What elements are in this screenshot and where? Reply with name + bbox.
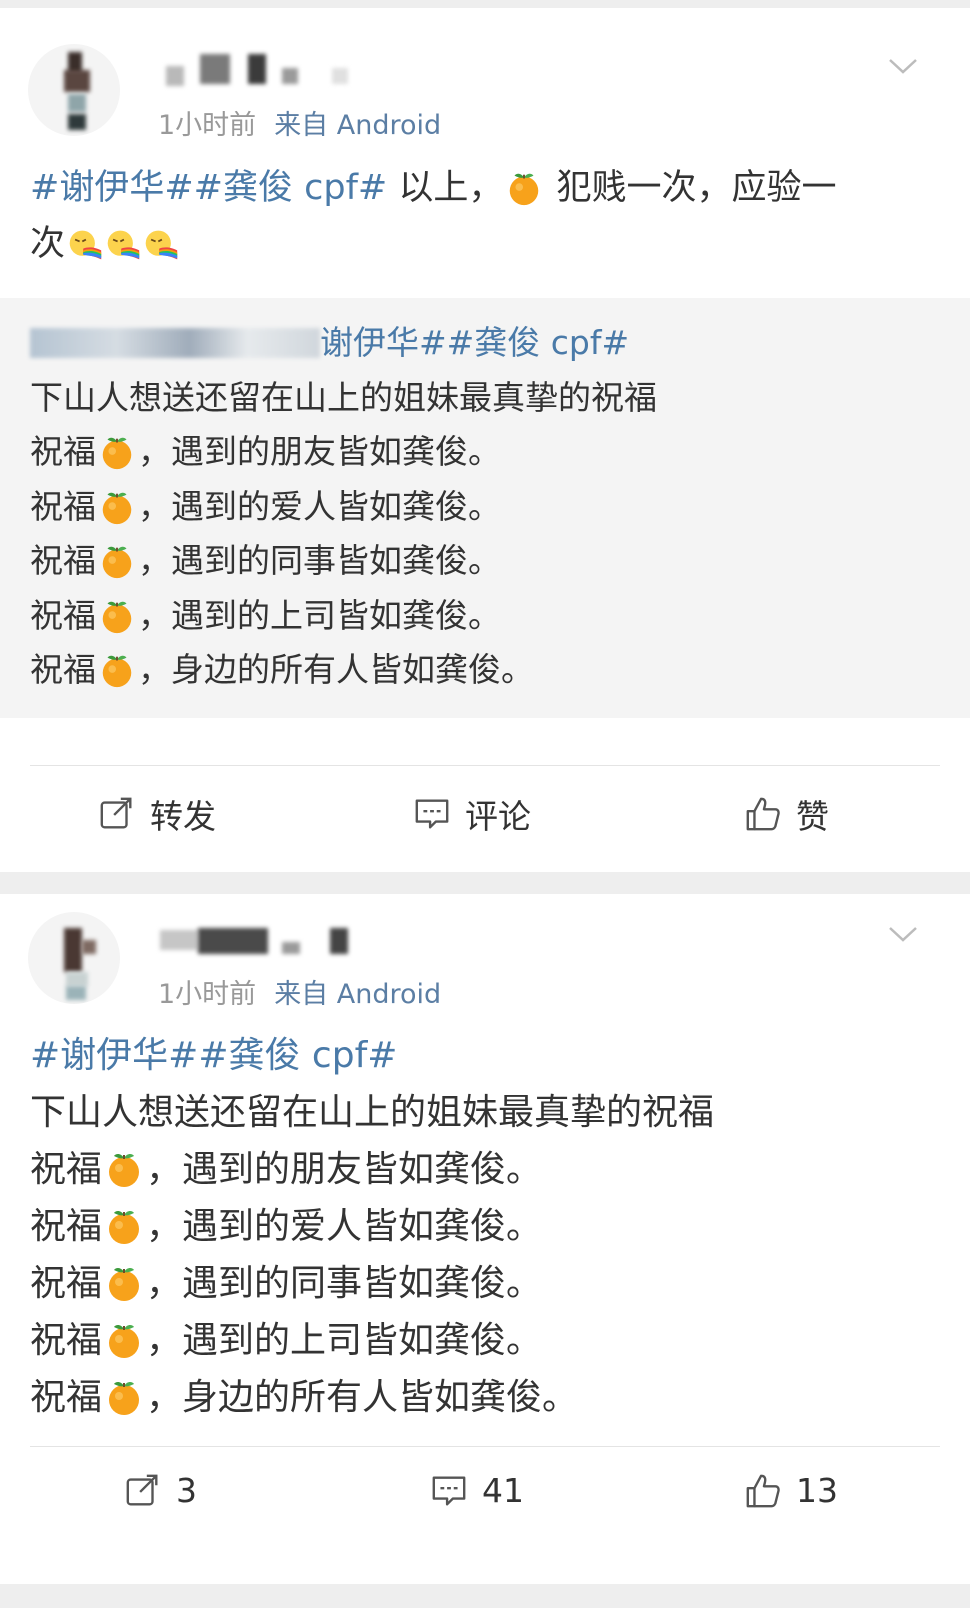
post-time: 1小时前: [158, 979, 257, 1010]
tangerine-emoji-icon: [98, 433, 136, 471]
prefix-text: 祝福: [30, 650, 96, 689]
prefix-text: 祝福: [30, 1320, 103, 1361]
thumbs-up-icon: [746, 797, 780, 831]
post-line: 祝福 ，遇到的上司皆如龚俊。: [30, 1312, 930, 1369]
post-meta: 1小时前 来自 Android: [158, 972, 441, 1011]
post-line: 祝福 ，遇到的同事皆如龚俊。: [30, 1255, 930, 1312]
post-text: #谢伊华##龚俊 cpf# 以上， 犯贱一次，应验一 次: [30, 160, 930, 272]
thumbs-up-icon: [746, 1474, 780, 1507]
post-text-segment: 以上，: [387, 168, 504, 208]
tangerine-emoji-icon: [104, 1320, 144, 1360]
prefix-text: 祝福: [30, 486, 96, 526]
post-source: 来自 Android: [274, 979, 442, 1010]
chevron-down-icon[interactable]: [888, 918, 918, 948]
tangerine-emoji-icon: [98, 488, 136, 526]
comment-icon: [432, 1476, 466, 1505]
repost-button[interactable]: 3: [124, 1471, 197, 1510]
post-time: 1小时前: [158, 110, 257, 141]
line-text: ，遇到的上司皆如龚俊。: [138, 595, 501, 635]
prefix-text: 祝福: [30, 1206, 103, 1247]
tangerine-emoji-icon: [104, 1377, 144, 1417]
avatar[interactable]: [28, 912, 120, 1004]
repost-text: 谢伊华##龚俊 cpf# 下山人想送还留在山上的姐妹最真挚的祝福 祝福 ，遇到的朋…: [30, 316, 940, 698]
repost-mention-line[interactable]: 谢伊华##龚俊 cpf#: [30, 316, 940, 371]
line-text: ，遇到的同事皆如龚俊。: [146, 1263, 543, 1304]
blurred-username: [30, 328, 320, 358]
post-source: 来自 Android: [274, 110, 442, 141]
tangerine-emoji-icon: [104, 1206, 144, 1246]
comment-icon: [415, 799, 449, 829]
repost-label: 转发: [150, 797, 216, 836]
comment-label: 评论: [465, 797, 531, 836]
repost-icon: [126, 1474, 158, 1505]
vomit-face-emoji-icon: [67, 227, 103, 263]
repost-line: 祝福 ，遇到的上司皆如龚俊。: [30, 589, 940, 644]
tangerine-emoji-icon: [505, 169, 543, 207]
post-card[interactable]: 1小时前 来自 Android #谢伊华##龚俊 cpf# 以上， 犯贱一次，应验…: [0, 8, 970, 872]
line-text: ，遇到的朋友皆如龚俊。: [138, 432, 501, 471]
divider: [30, 765, 940, 766]
repost-line: 祝福 ，遇到的朋友皆如龚俊。: [30, 425, 940, 480]
post-meta: 1小时前 来自 Android: [158, 103, 441, 142]
tangerine-emoji-icon: [98, 651, 136, 689]
repost-icon: [100, 797, 132, 829]
prefix-text: 祝福: [30, 541, 96, 580]
tangerine-emoji-icon: [98, 597, 136, 635]
post-line: 下山人想送还留在山上的姐妹最真挚的祝福: [30, 1092, 715, 1133]
repost-button[interactable]: 转发: [98, 790, 216, 838]
repost-count: 3: [176, 1471, 197, 1510]
tangerine-emoji-icon: [98, 542, 136, 580]
prefix-text: 祝福: [30, 432, 96, 471]
post-text: #谢伊华##龚俊 cpf# 下山人想送还留在山上的姐妹最真挚的祝福 祝福 ，遇到的…: [30, 1027, 930, 1426]
line-text: ，遇到的爱人皆如龚俊。: [146, 1206, 543, 1247]
line-text: ，遇到的同事皆如龚俊。: [138, 541, 501, 580]
vomit-face-emoji-icon: [143, 227, 179, 263]
chevron-down-icon[interactable]: [888, 50, 918, 80]
prefix-text: 祝福: [30, 1263, 103, 1304]
like-count: 13: [796, 1471, 838, 1510]
like-label: 赞: [796, 797, 829, 836]
post-text-segment: 次: [30, 224, 66, 264]
repost-line: 祝福 ，身边的所有人皆如龚俊。: [30, 643, 940, 698]
line-text: ，身边的所有人皆如龚俊。: [138, 650, 534, 689]
comment-button[interactable]: 41: [430, 1471, 524, 1510]
topic-tag[interactable]: #谢伊华##龚俊 cpf#: [30, 168, 387, 208]
post-line: 祝福 ，遇到的爱人皆如龚俊。: [30, 1198, 930, 1255]
topic-tag[interactable]: #谢伊华##龚俊 cpf#: [30, 1027, 930, 1084]
repost-line: 下山人想送还留在山上的姐妹最真挚的祝福: [30, 377, 657, 417]
prefix-text: 祝福: [30, 595, 96, 635]
prefix-text: 祝福: [30, 1377, 103, 1418]
prefix-text: 祝福: [30, 1149, 103, 1190]
tangerine-emoji-icon: [104, 1263, 144, 1303]
post-text-segment: 犯贱一次，应验一: [545, 168, 837, 208]
repost-tag[interactable]: 谢伊华##龚俊 cpf#: [320, 323, 629, 362]
repost-line: 祝福 ，遇到的同事皆如龚俊。: [30, 534, 940, 589]
avatar[interactable]: [28, 44, 120, 136]
line-text: ，遇到的朋友皆如龚俊。: [146, 1149, 543, 1190]
like-button[interactable]: 赞: [744, 790, 829, 838]
vomit-face-emoji-icon: [105, 227, 141, 263]
repost-line: 祝福 ，遇到的爱人皆如龚俊。: [30, 480, 940, 535]
line-text: ，遇到的上司皆如龚俊。: [146, 1320, 543, 1361]
tangerine-emoji-icon: [104, 1149, 144, 1189]
like-button[interactable]: 13: [744, 1471, 838, 1510]
reposted-content[interactable]: 谢伊华##龚俊 cpf# 下山人想送还留在山上的姐妹最真挚的祝福 祝福 ，遇到的朋…: [0, 298, 970, 718]
post-card[interactable]: 1小时前 来自 Android #谢伊华##龚俊 cpf# 下山人想送还留在山上的…: [0, 894, 970, 1584]
comment-button[interactable]: 评论: [413, 790, 531, 838]
comment-count: 41: [482, 1471, 524, 1510]
line-text: ，遇到的爱人皆如龚俊。: [138, 486, 501, 526]
post-line: 祝福 ，遇到的朋友皆如龚俊。: [30, 1141, 930, 1198]
line-text: ，身边的所有人皆如龚俊。: [146, 1377, 579, 1418]
divider: [30, 1446, 940, 1447]
post-line: 祝福 ，身边的所有人皆如龚俊。: [30, 1369, 930, 1426]
